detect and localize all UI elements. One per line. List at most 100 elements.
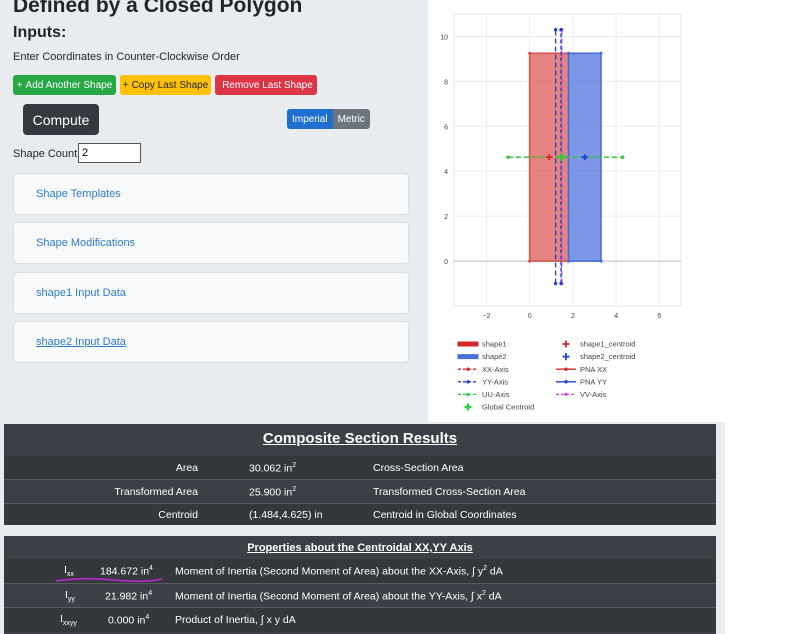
shape1-vertex [528,259,532,263]
row-value: 0.000 in4 [108,614,149,627]
symbol-iyy: Iyy [65,588,75,602]
legend-label: VV-Axis [580,390,607,399]
add-shape-label: Add Another Shape [25,79,113,91]
table-row: Area 30.062 in2 Cross-Section Area [4,456,716,479]
legend-swatch [562,340,570,348]
desc-text: Moment of Inertia (Second Moment of Area… [175,565,484,578]
copy-shape-button[interactable]: + Copy Last Shape [120,75,211,95]
section-chart: −2 0 2 4 6 0 2 4 6 8 10 shape1 shape1_centroid shape2… [428,0,725,422]
legend-label: YY-Axis [482,377,508,386]
x-tick-label: 0 [528,313,532,320]
imperial-option[interactable]: Imperial [287,109,333,129]
legend-label: shape2_centroid [580,352,635,361]
value-sup: 2 [292,485,297,493]
accordion-shape-templates[interactable]: Shape Templates [13,173,409,215]
page-title: Defined by a Closed Polygon [13,0,303,17]
shape-count-input[interactable] [78,143,141,163]
row-value: 30.062 in2 [249,461,296,474]
copy-shape-label: Copy Last Shape [131,79,209,91]
legend-label: UU-Axis [482,390,510,399]
inputs-heading: Inputs: [13,24,67,41]
x-tick-label: −2 [482,313,490,320]
row-label: Centroid [158,508,198,521]
remove-shape-label: Remove Last Shape [222,79,313,91]
table-row: Transformed Area 25.900 in2 Transformed … [4,480,716,503]
unit-toggle: Imperial Metric [287,109,370,129]
shape-count-label: Shape Count: [13,148,81,160]
accordion-shape-modifications[interactable]: Shape Modifications [13,222,409,264]
legend-label: PNA YY [580,377,607,386]
y-tick-label: 0 [444,259,448,266]
legend-label: XX-Axis [482,365,509,374]
desc-text: Moment of Inertia (Second Moment of Area… [175,589,482,602]
accordion-shape1-input[interactable]: shape1 Input Data [13,272,409,314]
value-text: 30.062 in [249,461,293,474]
y-tick-label: 4 [444,169,448,176]
PNA YY-endpoint [559,28,563,32]
legend-label: Global Centroid [482,403,534,412]
value-text: 0.000 in [108,614,146,627]
legend-label: PNA XX [580,365,607,374]
shape2-vertex [566,51,571,55]
YY-Axis-endpoint [553,28,558,32]
row-desc: Centroid in Global Coordinates [373,508,517,521]
UU-Axis-endpoint [506,155,510,159]
composite-results: Composite Section Results Area 30.062 in… [4,424,716,525]
centroidal-results: Properties about the Centroidal XX,YY Ax… [4,536,716,634]
section-plot: −2 0 2 4 6 0 2 4 6 8 10 shape1 shape1_centroid shape2… [440,13,682,412]
symbol-ixxyy: Ixxyy [60,613,77,627]
instructions-text: Enter Coordinates in Counter-Clockwise O… [13,51,240,63]
row-desc: Moment of Inertia (Second Moment of Area… [175,565,503,578]
value-sup: 4 [145,613,150,621]
row-desc: Moment of Inertia (Second Moment of Area… [175,589,502,602]
plus-icon: + [16,79,23,91]
add-shape-button[interactable]: + Add Another Shape [13,75,116,95]
shape2-vertex [599,259,603,263]
y-tick-label: 8 [444,79,448,86]
legend-swatch [464,403,472,411]
legend-swatch [457,341,479,347]
value-text: 25.900 in [249,485,293,498]
remove-shape-button[interactable]: Remove Last Shape [215,75,317,95]
table-row: Iyy 21.982 in4 Moment of Inertia (Second… [4,584,716,607]
row-value: 21.982 in4 [105,589,152,602]
symbol-sub: xxyy [62,620,77,628]
metric-option[interactable]: Metric [332,109,370,129]
centroidal-title: Properties about the Centroidal XX,YY Ax… [247,542,473,554]
row-value: 25.900 in2 [249,485,296,498]
shape2-vertex [599,51,603,55]
row-label: Transformed Area [114,485,198,498]
row-desc: Product of Inertia, ∫ x y dA [175,614,296,626]
app-page: Defined by a Closed Polygon Inputs: Ente… [0,0,725,634]
desc-end: dA [485,589,502,602]
legend-swatch-dot [564,380,568,384]
x-tick-label: 2 [571,313,575,320]
composite-title: Composite Section Results [262,430,458,447]
table-row: Centroid (1.484,4.625) in Centroid in Gl… [4,504,716,525]
value-sup: 2 [292,461,297,469]
y-tick-label: 6 [444,124,448,131]
legend-swatch [457,354,479,360]
y-tick-label: 10 [440,34,448,41]
row-desc: Transformed Cross-Section Area [373,485,526,498]
legend-swatch-dot [466,380,470,384]
shape1-vertex [528,51,532,55]
PNA YY-endpoint [559,281,563,286]
row-value: (1.484,4.625) in [249,508,323,521]
legend-swatch-dot [466,392,470,397]
compute-button[interactable]: Compute [23,104,99,135]
desc-end: dA [487,565,503,578]
plus-icon: + [122,79,129,91]
YY-Axis-endpoint [553,281,558,286]
x-tick-label: 6 [657,313,661,320]
value-sup: 4 [149,564,153,572]
legend-label: shape1_centroid [580,340,635,349]
table-row: Ixxyy 0.000 in4 Product of Inertia, ∫ x … [4,608,716,632]
legend-swatch-dot [564,392,568,397]
legend-swatch-dot [466,367,470,371]
value-sup: 4 [148,589,153,597]
legend-label: shape1 [482,340,507,349]
accordion-shape2-input[interactable]: shape2 Input Data [13,321,409,363]
value-text: 21.982 in [105,589,149,602]
row-label: Area [175,461,198,474]
